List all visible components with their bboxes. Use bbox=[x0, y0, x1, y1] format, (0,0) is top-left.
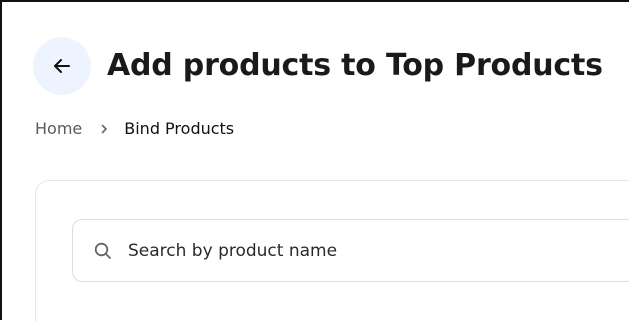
breadcrumb-home-link[interactable]: Home bbox=[35, 119, 82, 138]
back-button[interactable] bbox=[33, 37, 91, 95]
breadcrumb: Home Bind Products bbox=[35, 119, 234, 138]
chevron-right-icon bbox=[96, 121, 112, 137]
page-header: Add products to Top Products bbox=[33, 37, 603, 95]
search-input[interactable] bbox=[128, 240, 528, 261]
page-title: Add products to Top Products bbox=[107, 48, 603, 83]
page-frame: Add products to Top Products Home Bind P… bbox=[0, 0, 629, 322]
breadcrumb-current-page: Bind Products bbox=[124, 119, 235, 138]
arrow-left-icon bbox=[50, 54, 74, 78]
search-icon bbox=[93, 241, 113, 261]
search-box[interactable] bbox=[72, 219, 629, 282]
